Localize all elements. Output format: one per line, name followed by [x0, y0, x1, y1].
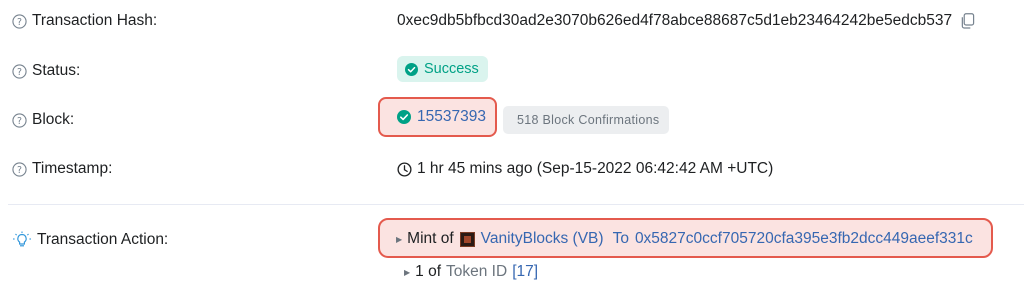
status-badge: Success	[397, 56, 488, 82]
timestamp-label-wrap: ? Timestamp:	[12, 160, 112, 178]
svg-text:?: ?	[17, 164, 22, 175]
svg-text:?: ?	[17, 16, 22, 27]
block-label: Block:	[32, 111, 75, 128]
caret-right-icon: ▶	[404, 267, 411, 277]
clock-icon	[397, 161, 412, 177]
question-circle-icon[interactable]: ?	[12, 13, 27, 29]
block-confirmations-badge: 518 Block Confirmations	[503, 106, 670, 134]
token-id-link[interactable]: [17]	[512, 263, 538, 281]
status-label-wrap: ? Status:	[12, 62, 80, 80]
check-circle-icon	[405, 62, 418, 76]
question-circle-icon[interactable]: ?	[12, 112, 27, 128]
token-link[interactable]: VanityBlocks (VB)	[481, 230, 604, 248]
status-value-wrap: Success	[397, 56, 488, 82]
transaction-hash-label: Transaction Hash:	[32, 12, 158, 29]
caret-right-icon: ▶	[396, 234, 403, 244]
lightbulb-icon	[13, 231, 31, 247]
transaction-hash-value-wrap: 0xec9db5bfbcd30ad2e3070b626ed4f78abce886…	[397, 12, 975, 30]
action-prefix: Mint of	[407, 230, 454, 247]
question-circle-icon[interactable]: ?	[12, 161, 27, 177]
block-number-link[interactable]: 15537393	[417, 108, 486, 126]
block-label-wrap: ? Block:	[12, 111, 74, 129]
status-label: Status:	[32, 62, 81, 79]
action-to-label: To	[612, 230, 629, 247]
timestamp-value: 1 hr 45 mins ago (Sep-15-2022 06:42:42 A…	[417, 160, 774, 177]
to-address-link[interactable]: 0x5827c0ccf705720cfa395e3fb2dcc449aeef33…	[635, 230, 973, 248]
token-id-row: ▶ 1 of Token ID [17]	[404, 263, 538, 281]
transaction-hash-value: 0xec9db5bfbcd30ad2e3070b626ed4f78abce886…	[397, 12, 953, 29]
transaction-action-value: ▶ Mint of VanityBlocks (VB) To 0x5827c0c…	[396, 230, 973, 248]
token-count: 1 of	[415, 263, 442, 280]
token-id-label: Token ID	[446, 263, 508, 280]
svg-text:?: ?	[17, 115, 22, 126]
section-divider	[8, 204, 1024, 205]
timestamp-value-wrap: 1 hr 45 mins ago (Sep-15-2022 06:42:42 A…	[397, 160, 773, 178]
transaction-action-label: Transaction Action:	[37, 231, 169, 248]
status-badge-text: Success	[424, 61, 479, 77]
block-number-wrap: 15537393	[397, 108, 486, 126]
check-circle-icon	[397, 110, 411, 124]
timestamp-label: Timestamp:	[32, 160, 113, 177]
svg-text:?: ?	[17, 66, 22, 77]
transaction-hash-label-wrap: ? Transaction Hash:	[12, 12, 157, 30]
question-circle-icon[interactable]: ?	[12, 63, 27, 79]
token-logo-icon	[459, 231, 475, 247]
copy-icon[interactable]	[960, 13, 975, 29]
transaction-action-label-wrap: Transaction Action:	[12, 231, 168, 249]
